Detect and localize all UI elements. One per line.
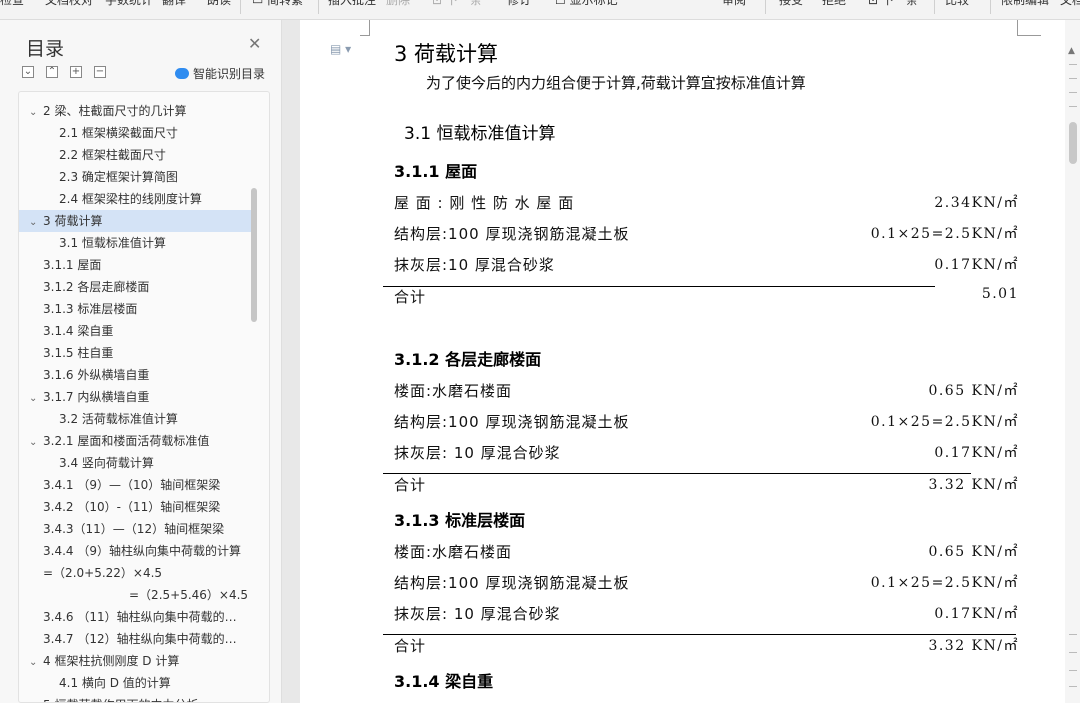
close-icon[interactable]: ✕ <box>248 34 261 53</box>
margin-corner-mark <box>1017 20 1041 36</box>
cloud-ai-icon <box>175 68 189 79</box>
load-row: 抹灰层:10 厚混合砂浆 0.17KN/㎡ <box>394 256 1019 274</box>
load-row: 楼面:水磨石楼面 0.65 KN/㎡ <box>394 543 1019 561</box>
ribbon-toolbar: 检查 文档校对 字数统计 翻译 朗读 ▭ 简转繁 插入批注 删除 ⊡ 下一条 修… <box>0 0 1080 20</box>
toc-panel: 目录 ✕ ⌄ ⌃ + − 智能识别目录 ⌄ 2 梁、柱截面尺寸的几计算 2.1 框… <box>0 20 282 703</box>
toc-item[interactable]: 3.4.2 （10）-（11）轴间框架梁 <box>43 496 269 518</box>
load-row: 屋 面 : 刚 性 防 水 屋 面 2.34KN/㎡ <box>394 194 1019 212</box>
toc-item[interactable]: 2.2 框架柱截面尺寸 <box>59 144 269 166</box>
expand-all-icon[interactable]: ⌃ <box>46 66 58 78</box>
toc-list: ⌄ 2 梁、柱截面尺寸的几计算 2.1 框架横梁截面尺寸 2.2 框架柱截面尺寸 … <box>18 91 270 703</box>
load-row: 结构层:100 厚现浇钢筋混凝土板 0.1×25=2.5KN/㎡ <box>394 413 1019 431</box>
toc-item[interactable]: 3.4.3（11）—（12）轴间框架梁 <box>43 518 269 540</box>
toc-item[interactable]: ⌄ 3.2.1 屋面和楼面活荷载标准值 <box>29 430 261 452</box>
subsection-heading: 3.1 恒载标准值计算 <box>404 124 556 144</box>
ribbon-item[interactable]: 插入批注 <box>328 0 376 8</box>
toc-item[interactable]: 2.3 确定框架计算简图 <box>59 166 269 188</box>
toc-item[interactable]: 3.1.3 标准层楼面 <box>43 298 269 320</box>
toc-item[interactable]: 2.4 框架梁柱的线刚度计算 <box>59 188 269 210</box>
toc-item[interactable]: ⌄ 3.1.7 内纵横墙自重 <box>29 386 261 408</box>
block-heading: 3.1.4 梁自重 <box>394 672 494 691</box>
toc-item[interactable]: 3.1.4 梁自重 <box>43 320 269 342</box>
toc-item[interactable]: 3.4.4 （9）轴柱纵向集中荷载的计算 <box>43 540 243 562</box>
ribbon-item[interactable]: 翻译 <box>162 0 186 8</box>
ribbon-item[interactable]: 接受 <box>779 0 803 8</box>
intro-text: 为了使今后的内力组合便于计算,荷载计算宜按标准值计算 <box>426 74 806 92</box>
ribbon-item[interactable]: ⊡ 下一条 <box>868 0 918 8</box>
collapse-all-icon[interactable]: ⌄ <box>22 66 34 78</box>
scroll-thumb[interactable] <box>1069 122 1077 164</box>
ribbon-item[interactable]: 比较 <box>945 0 969 8</box>
toc-item[interactable]: 4.1 横向 D 值的计算 <box>59 672 269 694</box>
ribbon-item[interactable]: 文档校对 <box>45 0 93 8</box>
app-window: 检查 文档校对 字数统计 翻译 朗读 ▭ 简转繁 插入批注 删除 ⊡ 下一条 修… <box>0 0 1080 703</box>
chevron-down-icon[interactable]: ⌄ <box>29 388 43 408</box>
toc-item[interactable]: 3.4.7 （12）轴柱纵向集中荷载的计算 <box>43 628 239 650</box>
chevron-down-icon[interactable]: ⌄ <box>29 212 43 232</box>
chevron-down-icon[interactable]: ⌄ <box>29 652 43 672</box>
toc-item[interactable]: =（2.5+5.46）×4.5 <box>129 584 269 606</box>
ribbon-item[interactable]: 审阅 <box>722 0 746 8</box>
toc-item[interactable]: 3.2 活荷载标准值计算 <box>59 408 269 430</box>
ribbon-item[interactable]: 限制编辑 <box>1001 0 1049 8</box>
ribbon-item[interactable]: 字数统计 <box>105 0 153 8</box>
ribbon-item[interactable]: ▭ 简转繁 <box>252 0 303 8</box>
load-row: 抹灰层: 10 厚混合砂浆 0.17KN/㎡ <box>394 444 1019 462</box>
load-row: 楼面:水磨石楼面 0.65 KN/㎡ <box>394 382 1019 400</box>
scroll-up-icon[interactable]: ▲ <box>1068 46 1075 56</box>
ribbon-item[interactable]: 删除 <box>386 0 410 8</box>
toc-item[interactable]: 3.1.1 屋面 <box>43 254 269 276</box>
toc-item[interactable]: ⌄ 4 框架柱抗侧刚度 D 计算 <box>29 650 261 672</box>
toc-item-selected[interactable]: ⌄ 3 荷载计算 <box>19 210 251 232</box>
ribbon-item[interactable]: 朗读 <box>207 0 231 8</box>
total-row: 合计 3.32 KN/㎡ <box>394 637 1019 655</box>
total-row: 合计 5.01 <box>394 286 1019 306</box>
smart-toc-label: 智能识别目录 <box>193 67 266 81</box>
load-row: 结构层:100 厚现浇钢筋混凝土板 0.1×25=2.5KN/㎡ <box>394 574 1019 592</box>
toc-scrollbar[interactable] <box>251 188 257 322</box>
toc-item[interactable]: 3.1.5 柱自重 <box>43 342 269 364</box>
ribbon-item[interactable]: ☐ 显示标记 <box>555 0 618 8</box>
ribbon-item[interactable]: 文档 <box>1060 0 1080 8</box>
ribbon-item[interactable]: 修订 <box>507 0 531 8</box>
toc-item[interactable]: 3.4.6 （11）轴柱纵向集中荷载的计算 <box>43 606 239 628</box>
toc-item[interactable]: 3.1 恒载标准值计算 <box>59 232 269 254</box>
chevron-down-icon[interactable]: ⌄ <box>29 432 43 452</box>
smart-toc-button[interactable]: 智能识别目录 <box>175 65 265 82</box>
block-heading: 3.1.1 屋面 <box>394 162 478 181</box>
toc-item[interactable]: 3.4.1 （9）—（10）轴间框架梁 <box>43 474 269 496</box>
remove-heading-icon[interactable]: − <box>94 66 106 78</box>
load-row: 结构层:100 厚现浇钢筋混凝土板 0.1×25=2.5KN/㎡ <box>394 225 1019 243</box>
document-page: ▤ ▾ 3 荷载计算 为了使今后的内力组合便于计算,荷载计算宜按标准值计算 3.… <box>300 20 1065 703</box>
toc-item[interactable]: 5 恒载荷载作用下的内力分析 <box>43 694 269 702</box>
document-scrollbar[interactable]: ▲ <box>1065 20 1080 703</box>
block-heading: 3.1.3 标准层楼面 <box>394 511 526 530</box>
toc-item[interactable]: =（2.0+5.22）×4.5 <box>43 562 269 584</box>
ribbon-item[interactable]: 检查 <box>0 0 24 8</box>
document-icon[interactable]: ▤ ▾ <box>330 42 351 56</box>
toc-item[interactable]: 3.4 竖向荷载计算 <box>59 452 269 474</box>
block-heading: 3.1.2 各层走廊楼面 <box>394 350 542 369</box>
ribbon-item[interactable]: ⊡ 下一条 <box>432 0 482 8</box>
load-row: 抹灰层: 10 厚混合砂浆 0.17KN/㎡ <box>394 605 1019 623</box>
chevron-down-icon[interactable]: ⌄ <box>29 102 43 122</box>
toc-item[interactable]: ⌄ 2 梁、柱截面尺寸的几计算 <box>29 100 261 122</box>
section-heading: 3 荷载计算 <box>394 42 499 66</box>
toc-item[interactable]: 2.1 框架横梁截面尺寸 <box>59 122 269 144</box>
margin-corner-mark <box>360 20 370 36</box>
add-heading-icon[interactable]: + <box>70 66 82 78</box>
total-row: 合计 3.32 KN/㎡ <box>394 476 1019 494</box>
toc-item[interactable]: 3.1.6 外纵横墙自重 <box>43 364 269 386</box>
ribbon-item[interactable]: 拒绝 <box>822 0 846 8</box>
toc-item[interactable]: 3.1.2 各层走廊楼面 <box>43 276 269 298</box>
toc-title: 目录 <box>26 38 65 60</box>
